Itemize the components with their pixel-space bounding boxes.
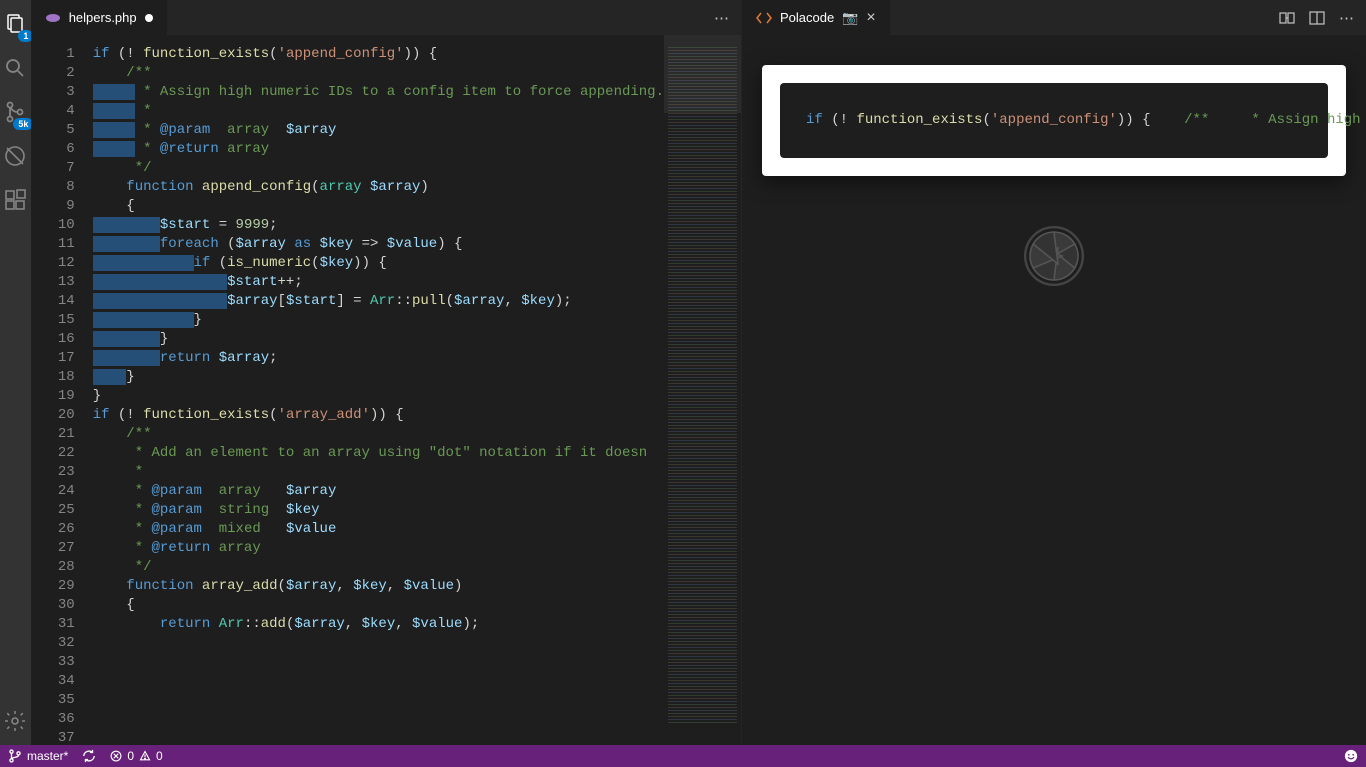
explorer-icon[interactable]: 1	[3, 12, 27, 36]
tab-label: Polacode	[780, 10, 834, 25]
tab-polacode[interactable]: Polacode 📷 ×	[742, 0, 891, 35]
more-actions-icon[interactable]: ⋯	[714, 9, 729, 27]
git-branch-item[interactable]: master*	[8, 749, 68, 763]
activity-bar: 1 5k	[0, 0, 31, 745]
search-icon[interactable]	[3, 56, 27, 80]
tab-helpers-php[interactable]: helpers.php	[31, 0, 168, 35]
minimap[interactable]	[664, 35, 741, 745]
camera-icon: 📷	[842, 10, 858, 26]
dirty-indicator-icon	[145, 14, 153, 22]
sync-item[interactable]	[82, 749, 96, 763]
code-content-left[interactable]: if (! function_exists('append_config')) …	[93, 35, 664, 745]
settings-gear-icon[interactable]	[3, 709, 27, 733]
code-brackets-icon	[756, 10, 772, 26]
open-changes-icon[interactable]	[1279, 9, 1295, 27]
polacode-frame: if (! function_exists('append_config')) …	[762, 65, 1346, 176]
extensions-icon[interactable]	[3, 188, 27, 212]
code-editor-left[interactable]: 1 2 3 4 5 6 7 8 9 10 11 12 13 14 15 16 1…	[31, 35, 741, 745]
close-icon[interactable]: ×	[866, 9, 875, 27]
php-file-icon	[45, 10, 61, 26]
tab-label: helpers.php	[69, 10, 137, 25]
source-control-icon[interactable]: 5k	[3, 100, 27, 124]
debug-icon[interactable]	[3, 144, 27, 168]
tab-bar-right: Polacode 📷 × ⋯	[742, 0, 1366, 35]
more-actions-icon[interactable]: ⋯	[1339, 9, 1354, 27]
polacode-code-snippet: if (! function_exists('append_config')) …	[780, 83, 1328, 158]
tab-bar-left: helpers.php ⋯	[31, 0, 741, 35]
shutter-button[interactable]	[1014, 216, 1094, 296]
editor-group-right: Polacode 📷 × ⋯ if (! function_exists('a	[742, 0, 1366, 745]
errors-item[interactable]: 0 0	[110, 749, 162, 763]
split-editor-icon[interactable]	[1309, 9, 1325, 27]
status-bar: master* 0 0	[0, 745, 1366, 767]
editor-group-left: helpers.php ⋯ 1 2 3 4 5 6 7 8 9 10 11 12…	[31, 0, 741, 745]
polacode-panel: if (! function_exists('append_config')) …	[742, 35, 1366, 745]
line-number-gutter: 1 2 3 4 5 6 7 8 9 10 11 12 13 14 15 16 1…	[31, 35, 93, 745]
feedback-icon[interactable]	[1344, 749, 1358, 763]
